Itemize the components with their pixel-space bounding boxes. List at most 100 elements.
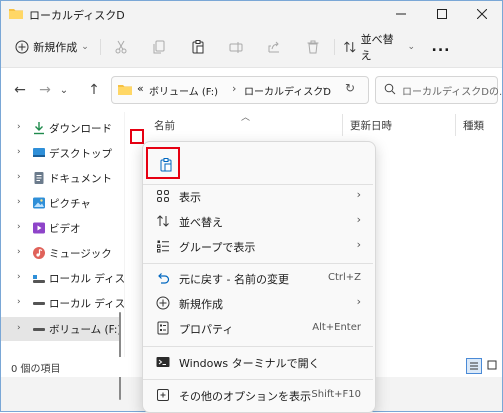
video-icon [33, 222, 45, 234]
chevron-right-icon[interactable]: › [17, 122, 21, 132]
minimize-button[interactable] [381, 1, 421, 27]
menu-item-shortcut: Alt+Enter [312, 322, 361, 333]
column-header-modified[interactable]: 更新日時 [350, 118, 392, 133]
minimize-icon [396, 13, 406, 15]
navigation-pane[interactable]: › ダウンロード › デスクトップ › ドキュメント › ピクチャ › ビデオ … [1, 112, 143, 400]
menu-item-label: プロパティ [179, 323, 234, 336]
up-button[interactable]: ↑ [83, 79, 105, 101]
menu-item-view[interactable]: 表示 › [147, 184, 371, 208]
refresh-icon[interactable]: ↻ [345, 81, 355, 95]
download-icon [34, 122, 44, 135]
drive-icon [33, 275, 45, 283]
nav-item-label: ピクチャ [49, 198, 91, 210]
sort-icon [344, 41, 356, 53]
nav-item-label: ドキュメント [49, 173, 112, 185]
menu-item-properties[interactable]: プロパティ Alt+Enter [147, 316, 371, 340]
breadcrumb-current[interactable]: ローカルディスクD [244, 83, 331, 98]
close-button[interactable] [462, 1, 502, 27]
menu-item-more-options[interactable]: その他のオプションを表示 Shift+F10 [147, 383, 371, 407]
navigation-scrollbar[interactable] [119, 312, 121, 400]
chevron-right-icon[interactable]: › [17, 147, 21, 157]
breadcrumb-separator: › [232, 82, 237, 95]
rename-button[interactable] [224, 33, 248, 61]
breadcrumb-volume[interactable]: ボリューム (F:) [149, 83, 218, 98]
back-button[interactable]: ← [9, 79, 31, 101]
chevron-down-icon: ⌄ [407, 42, 415, 52]
highlight-marker [130, 129, 144, 144]
chevron-right-icon[interactable]: › [17, 272, 21, 282]
arrow-right-icon: → [39, 82, 51, 98]
desktop-icon [33, 148, 45, 157]
menu-item-label: グループで表示 [179, 241, 256, 254]
chevron-right-icon[interactable]: › [17, 197, 21, 207]
nav-item-pictures[interactable]: › ピクチャ [1, 191, 121, 215]
address-row: ← → ⌄ ↑ « ボリューム (F:) › ローカルディスクD ⌄ ↻ ローカ… [1, 68, 502, 112]
search-box[interactable]: ローカルディスクDの... [375, 76, 502, 104]
menu-item-group-by[interactable]: グループで表示 › [147, 234, 371, 258]
toolbar-divider [334, 39, 335, 55]
copy-button[interactable] [147, 33, 171, 61]
chevron-right-icon[interactable]: › [17, 222, 21, 232]
highlight-paste [146, 147, 180, 179]
menu-item-sort[interactable]: 並べ替え › [147, 209, 371, 233]
nav-item-label: ビデオ [49, 223, 81, 235]
pictures-icon [33, 197, 45, 209]
share-button[interactable] [262, 33, 286, 61]
new-button[interactable]: 新規作成 ⌄ [11, 33, 93, 61]
title-bar[interactable]: ローカルディスクD [1, 1, 502, 27]
forward-button[interactable]: → [34, 79, 56, 101]
properties-icon [157, 321, 169, 335]
nav-item-local-disk-2[interactable]: › ローカル ディスク ( [1, 291, 143, 315]
close-icon [477, 9, 487, 19]
nav-item-local-disk-1[interactable]: › ローカル ディスク ( [1, 266, 143, 290]
sort-button[interactable]: 並べ替え ⌄ [343, 33, 415, 62]
chevron-right-icon[interactable]: › [17, 172, 21, 182]
drive-icon [33, 328, 45, 331]
nav-item-documents[interactable]: › ドキュメント [1, 166, 121, 190]
rename-icon [229, 42, 243, 53]
nav-item-desktop[interactable]: › デスクトップ [1, 141, 121, 165]
paste-icon [192, 40, 204, 54]
column-header-type[interactable]: 種類 [463, 118, 484, 133]
search-placeholder: ローカルディスクDの... [402, 87, 503, 98]
paste-button[interactable] [186, 33, 210, 61]
breadcrumb-overflow[interactable]: « [137, 82, 144, 95]
chevron-right-icon[interactable]: › [17, 247, 21, 257]
nav-item-videos[interactable]: › ビデオ [1, 216, 121, 240]
address-history-icon[interactable]: ⌄ [321, 82, 329, 93]
chevron-right-icon[interactable]: › [17, 323, 21, 333]
chevron-right-icon: › [356, 213, 361, 226]
menu-item-undo-rename[interactable]: 元に戻す - 名前の変更 Ctrl+Z [147, 266, 371, 290]
terminal-icon [156, 357, 170, 367]
details-view-button[interactable] [466, 358, 482, 374]
menu-item-new[interactable]: 新規作成 › [147, 291, 371, 315]
search-icon [384, 83, 396, 95]
nav-item-music[interactable]: › ミュージック [1, 241, 121, 265]
nav-item-label: ダウンロード [49, 123, 112, 135]
cut-button[interactable] [109, 33, 133, 61]
chevron-right-icon[interactable]: › [17, 297, 21, 307]
nav-item-downloads[interactable]: › ダウンロード [1, 116, 121, 140]
recent-locations-button[interactable]: ⌄ [57, 79, 71, 101]
more-button[interactable]: ... [427, 33, 455, 61]
menu-item-label: 並べ替え [179, 216, 223, 229]
delete-button[interactable] [301, 33, 325, 61]
maximize-button[interactable] [422, 1, 462, 27]
column-divider[interactable] [455, 114, 456, 136]
menu-separator [143, 263, 373, 264]
tiles-view-icon [487, 360, 497, 370]
command-bar: 新規作成 ⌄ 並べ替え ⌄ ... [1, 27, 502, 68]
column-divider[interactable] [342, 114, 343, 136]
folder-icon [118, 83, 132, 95]
chevron-right-icon: › [356, 188, 361, 201]
view-icon [157, 190, 169, 202]
address-bar[interactable]: « ボリューム (F:) › ローカルディスクD ⌄ ↻ [111, 76, 369, 104]
group-icon [157, 240, 169, 253]
column-header-name[interactable]: 名前 [154, 118, 175, 133]
menu-item-label: 新規作成 [179, 298, 223, 311]
menu-item-shortcut: Ctrl+Z [327, 272, 361, 283]
menu-item-open-terminal[interactable]: Windows ターミナルで開く [147, 350, 371, 374]
undo-icon [158, 273, 170, 284]
nav-item-volume-f[interactable]: › ボリューム (F:) [1, 317, 121, 341]
tiles-view-button[interactable] [485, 358, 501, 374]
